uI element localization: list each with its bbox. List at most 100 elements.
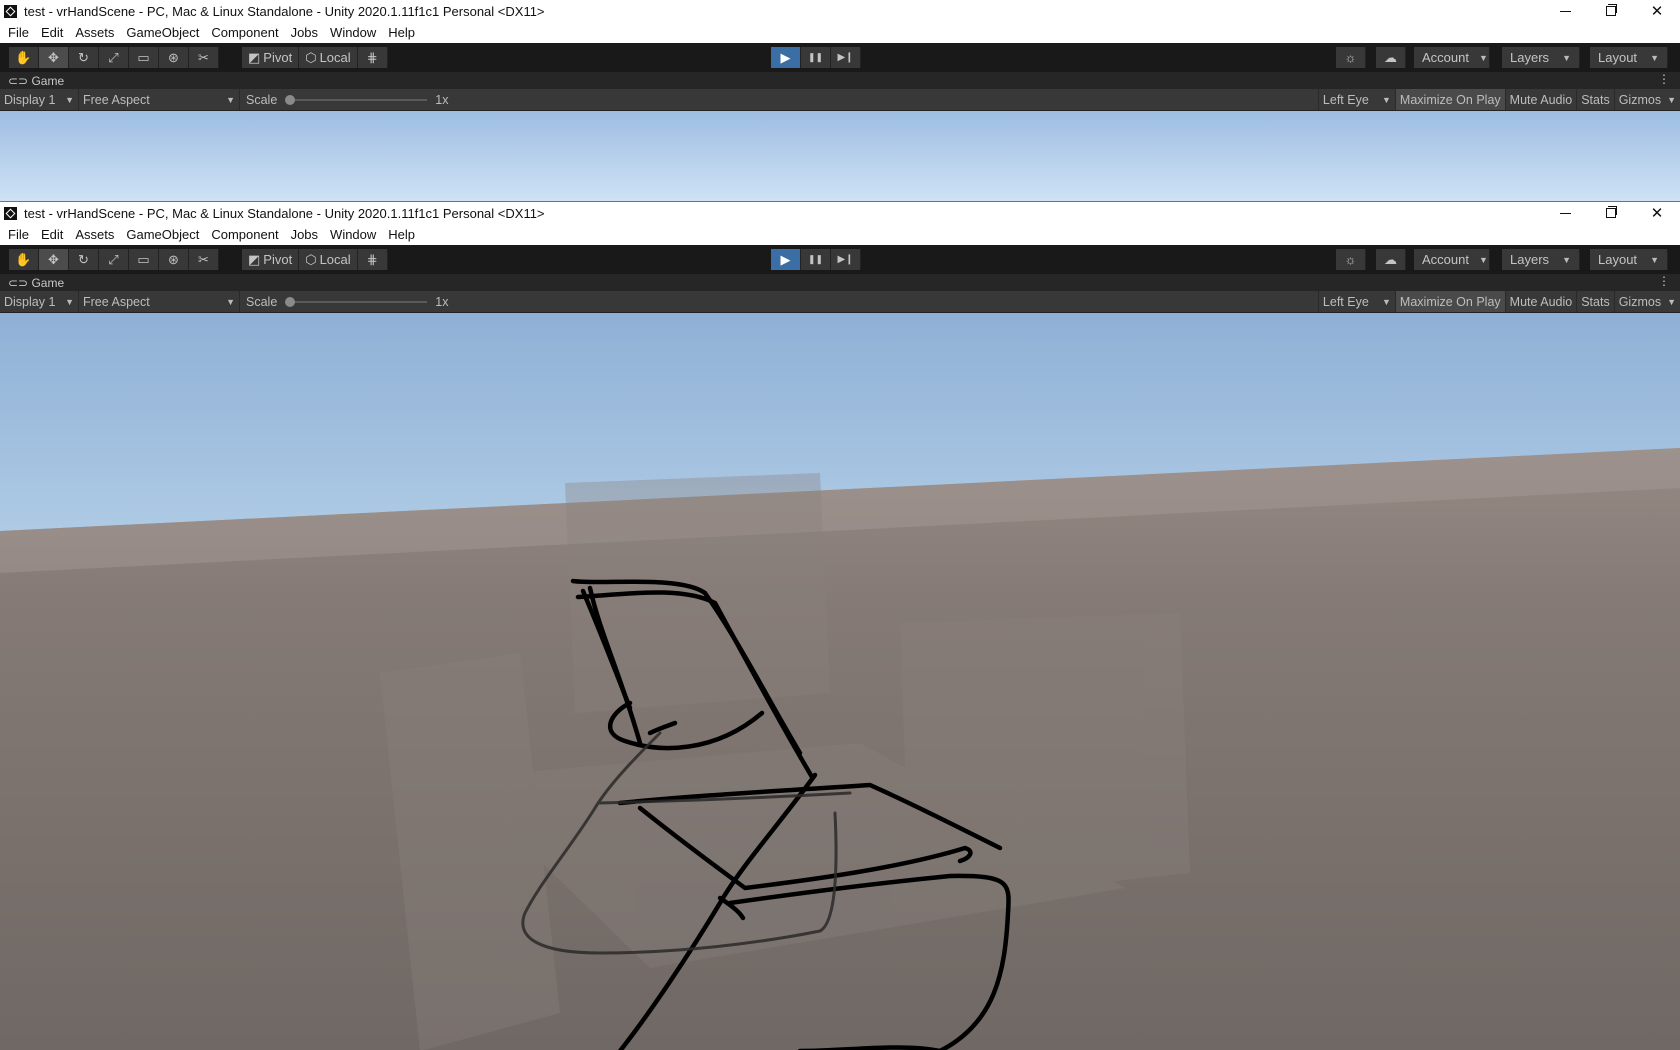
collab-icon[interactable]: ☼ <box>1336 47 1366 68</box>
menu-jobs[interactable]: Jobs <box>285 25 324 40</box>
restore-icon[interactable] <box>1588 202 1634 224</box>
mute-audio-toggle[interactable]: Mute Audio <box>1506 291 1578 312</box>
scale-value: 1x <box>435 294 449 309</box>
scale-slider[interactable] <box>285 296 428 307</box>
move-tool-icon[interactable]: ✥ <box>39 249 69 270</box>
close-icon[interactable]: ✕ <box>1634 202 1680 224</box>
game-viewport[interactable] <box>0 313 1680 1050</box>
mute-audio-toggle[interactable]: Mute Audio <box>1506 89 1578 110</box>
menu-assets[interactable]: Assets <box>69 25 120 40</box>
menu-component[interactable]: Component <box>205 25 284 40</box>
layout-dropdown[interactable]: Layout ▼ <box>1590 249 1668 270</box>
menu-help[interactable]: Help <box>382 25 421 40</box>
pivot-toggle[interactable]: ◩ Pivot <box>242 47 300 68</box>
menu-assets[interactable]: Assets <box>69 227 120 242</box>
transform-tool-icon[interactable]: ⊛ <box>159 47 189 68</box>
hand-tool-icon[interactable]: ✋ <box>9 249 39 270</box>
scale-slider[interactable] <box>285 94 428 105</box>
account-dropdown[interactable]: Account ▼ <box>1414 47 1490 68</box>
grid-snap-icon[interactable]: ⋕ <box>357 47 388 68</box>
scale-tool-icon[interactable]: ⤢ <box>99 249 129 270</box>
local-toggle[interactable]: ⬡ Local <box>299 249 358 270</box>
step-icon[interactable]: ▶❙ <box>831 47 861 68</box>
rect-tool-icon[interactable]: ▭ <box>129 47 159 68</box>
custom-tool-icon[interactable]: ✂ <box>189 47 219 68</box>
gizmos-label: Gizmos <box>1618 92 1662 107</box>
gizmos-dropdown[interactable]: Gizmos ▼ <box>1615 291 1680 312</box>
layout-dropdown[interactable]: Layout ▼ <box>1590 47 1668 68</box>
layers-dropdown[interactable]: Layers ▼ <box>1502 249 1580 270</box>
aspect-dropdown[interactable]: Free Aspect ▼ <box>79 291 240 312</box>
game-tab-bar: ⊂⊃ Game ⋮ <box>0 72 1680 89</box>
menu-jobs[interactable]: Jobs <box>285 227 324 242</box>
aspect-dropdown[interactable]: Free Aspect ▼ <box>79 89 240 110</box>
grid-snap-icon[interactable]: ⋕ <box>357 249 388 270</box>
game-tab[interactable]: ⊂⊃ Game <box>8 276 64 290</box>
chevron-down-icon: ▼ <box>1562 52 1571 63</box>
display-dropdown[interactable]: Display 1 ▼ <box>0 89 79 110</box>
title-bar: test - vrHandScene - PC, Mac & Linux Sta… <box>0 202 1680 224</box>
layers-dropdown[interactable]: Layers ▼ <box>1502 47 1580 68</box>
right-toolbar: ☼ ☁ Account ▼ Layers ▼ Layout ▼ <box>1336 249 1668 270</box>
rotate-tool-icon[interactable]: ↻ <box>69 47 99 68</box>
cloud-icon[interactable]: ☁ <box>1376 47 1406 68</box>
chevron-down-icon: ▼ <box>65 296 74 307</box>
menu-file[interactable]: File <box>2 25 35 40</box>
custom-tool-icon[interactable]: ✂ <box>189 249 219 270</box>
eye-label: Left Eye <box>1322 92 1369 107</box>
play-icon[interactable]: ▶ <box>771 249 801 270</box>
minimize-icon[interactable] <box>1542 0 1588 22</box>
local-toggle[interactable]: ⬡ Local <box>299 47 358 68</box>
gizmos-dropdown[interactable]: Gizmos ▼ <box>1615 89 1680 110</box>
game-tab-label: Game <box>31 275 65 290</box>
play-icon[interactable]: ▶ <box>771 47 801 68</box>
pause-icon[interactable]: ❚❚ <box>801 47 831 68</box>
pivot-group: ◩ Pivot ⬡ Local ⋕ <box>242 47 388 68</box>
stats-toggle[interactable]: Stats <box>1577 291 1615 312</box>
kebab-menu-icon[interactable]: ⋮ <box>1658 72 1670 86</box>
pivot-toggle[interactable]: ◩ Pivot <box>242 249 300 270</box>
move-tool-icon[interactable]: ✥ <box>39 47 69 68</box>
scale-slider-thumb[interactable] <box>285 296 296 307</box>
menu-component[interactable]: Component <box>205 227 284 242</box>
cloud-icon[interactable]: ☁ <box>1376 249 1406 270</box>
eye-dropdown[interactable]: Left Eye ▼ <box>1317 89 1396 110</box>
close-icon[interactable]: ✕ <box>1634 0 1680 22</box>
step-icon[interactable]: ▶❙ <box>831 249 861 270</box>
hand-tool-icon[interactable]: ✋ <box>9 47 39 68</box>
maximize-on-play-toggle[interactable]: Maximize On Play <box>1395 89 1506 110</box>
pause-icon[interactable]: ❚❚ <box>801 249 831 270</box>
menu-help[interactable]: Help <box>382 227 421 242</box>
pivot-icon: ◩ <box>248 49 261 65</box>
menu-edit[interactable]: Edit <box>35 25 69 40</box>
menu-gameobject[interactable]: GameObject <box>120 25 205 40</box>
menu-edit[interactable]: Edit <box>35 227 69 242</box>
rect-tool-icon[interactable]: ▭ <box>129 249 159 270</box>
menu-window[interactable]: Window <box>324 25 382 40</box>
eye-dropdown[interactable]: Left Eye ▼ <box>1317 291 1396 312</box>
scale-tool-icon[interactable]: ⤢ <box>99 47 129 68</box>
maximize-on-play-toggle[interactable]: Maximize On Play <box>1395 291 1506 312</box>
account-dropdown[interactable]: Account ▼ <box>1414 249 1490 270</box>
game-viewport-cropped[interactable] <box>0 111 1680 201</box>
transform-tool-icon[interactable]: ⊛ <box>159 249 189 270</box>
game-view-toolbar: Display 1 ▼ Free Aspect ▼ Scale 1x Left Ey… <box>0 89 1680 111</box>
scale-control: Scale 1x <box>240 291 452 312</box>
menu-gameobject[interactable]: GameObject <box>120 227 205 242</box>
scale-slider-thumb[interactable] <box>285 94 296 105</box>
stats-toggle[interactable]: Stats <box>1577 89 1615 110</box>
menu-file[interactable]: File <box>2 227 35 242</box>
chevron-down-icon: ▼ <box>1382 94 1391 105</box>
local-label: Local <box>319 50 351 65</box>
collab-icon[interactable]: ☼ <box>1336 249 1366 270</box>
display-dropdown[interactable]: Display 1 ▼ <box>0 291 79 312</box>
transform-tools: ✋ ✥ ↻ ⤢ ▭ ⊛ ✂ <box>9 249 219 270</box>
unity-window-top: test - vrHandScene - PC, Mac & Linux Sta… <box>0 0 1680 202</box>
rotate-tool-icon[interactable]: ↻ <box>69 249 99 270</box>
game-tab[interactable]: ⊂⊃ Game <box>8 74 64 88</box>
restore-icon[interactable] <box>1588 0 1634 22</box>
menu-window[interactable]: Window <box>324 227 382 242</box>
kebab-menu-icon[interactable]: ⋮ <box>1658 274 1670 288</box>
game-view-toolbar: Display 1 ▼ Free Aspect ▼ Scale 1x Left Ey… <box>0 291 1680 313</box>
minimize-icon[interactable] <box>1542 202 1588 224</box>
